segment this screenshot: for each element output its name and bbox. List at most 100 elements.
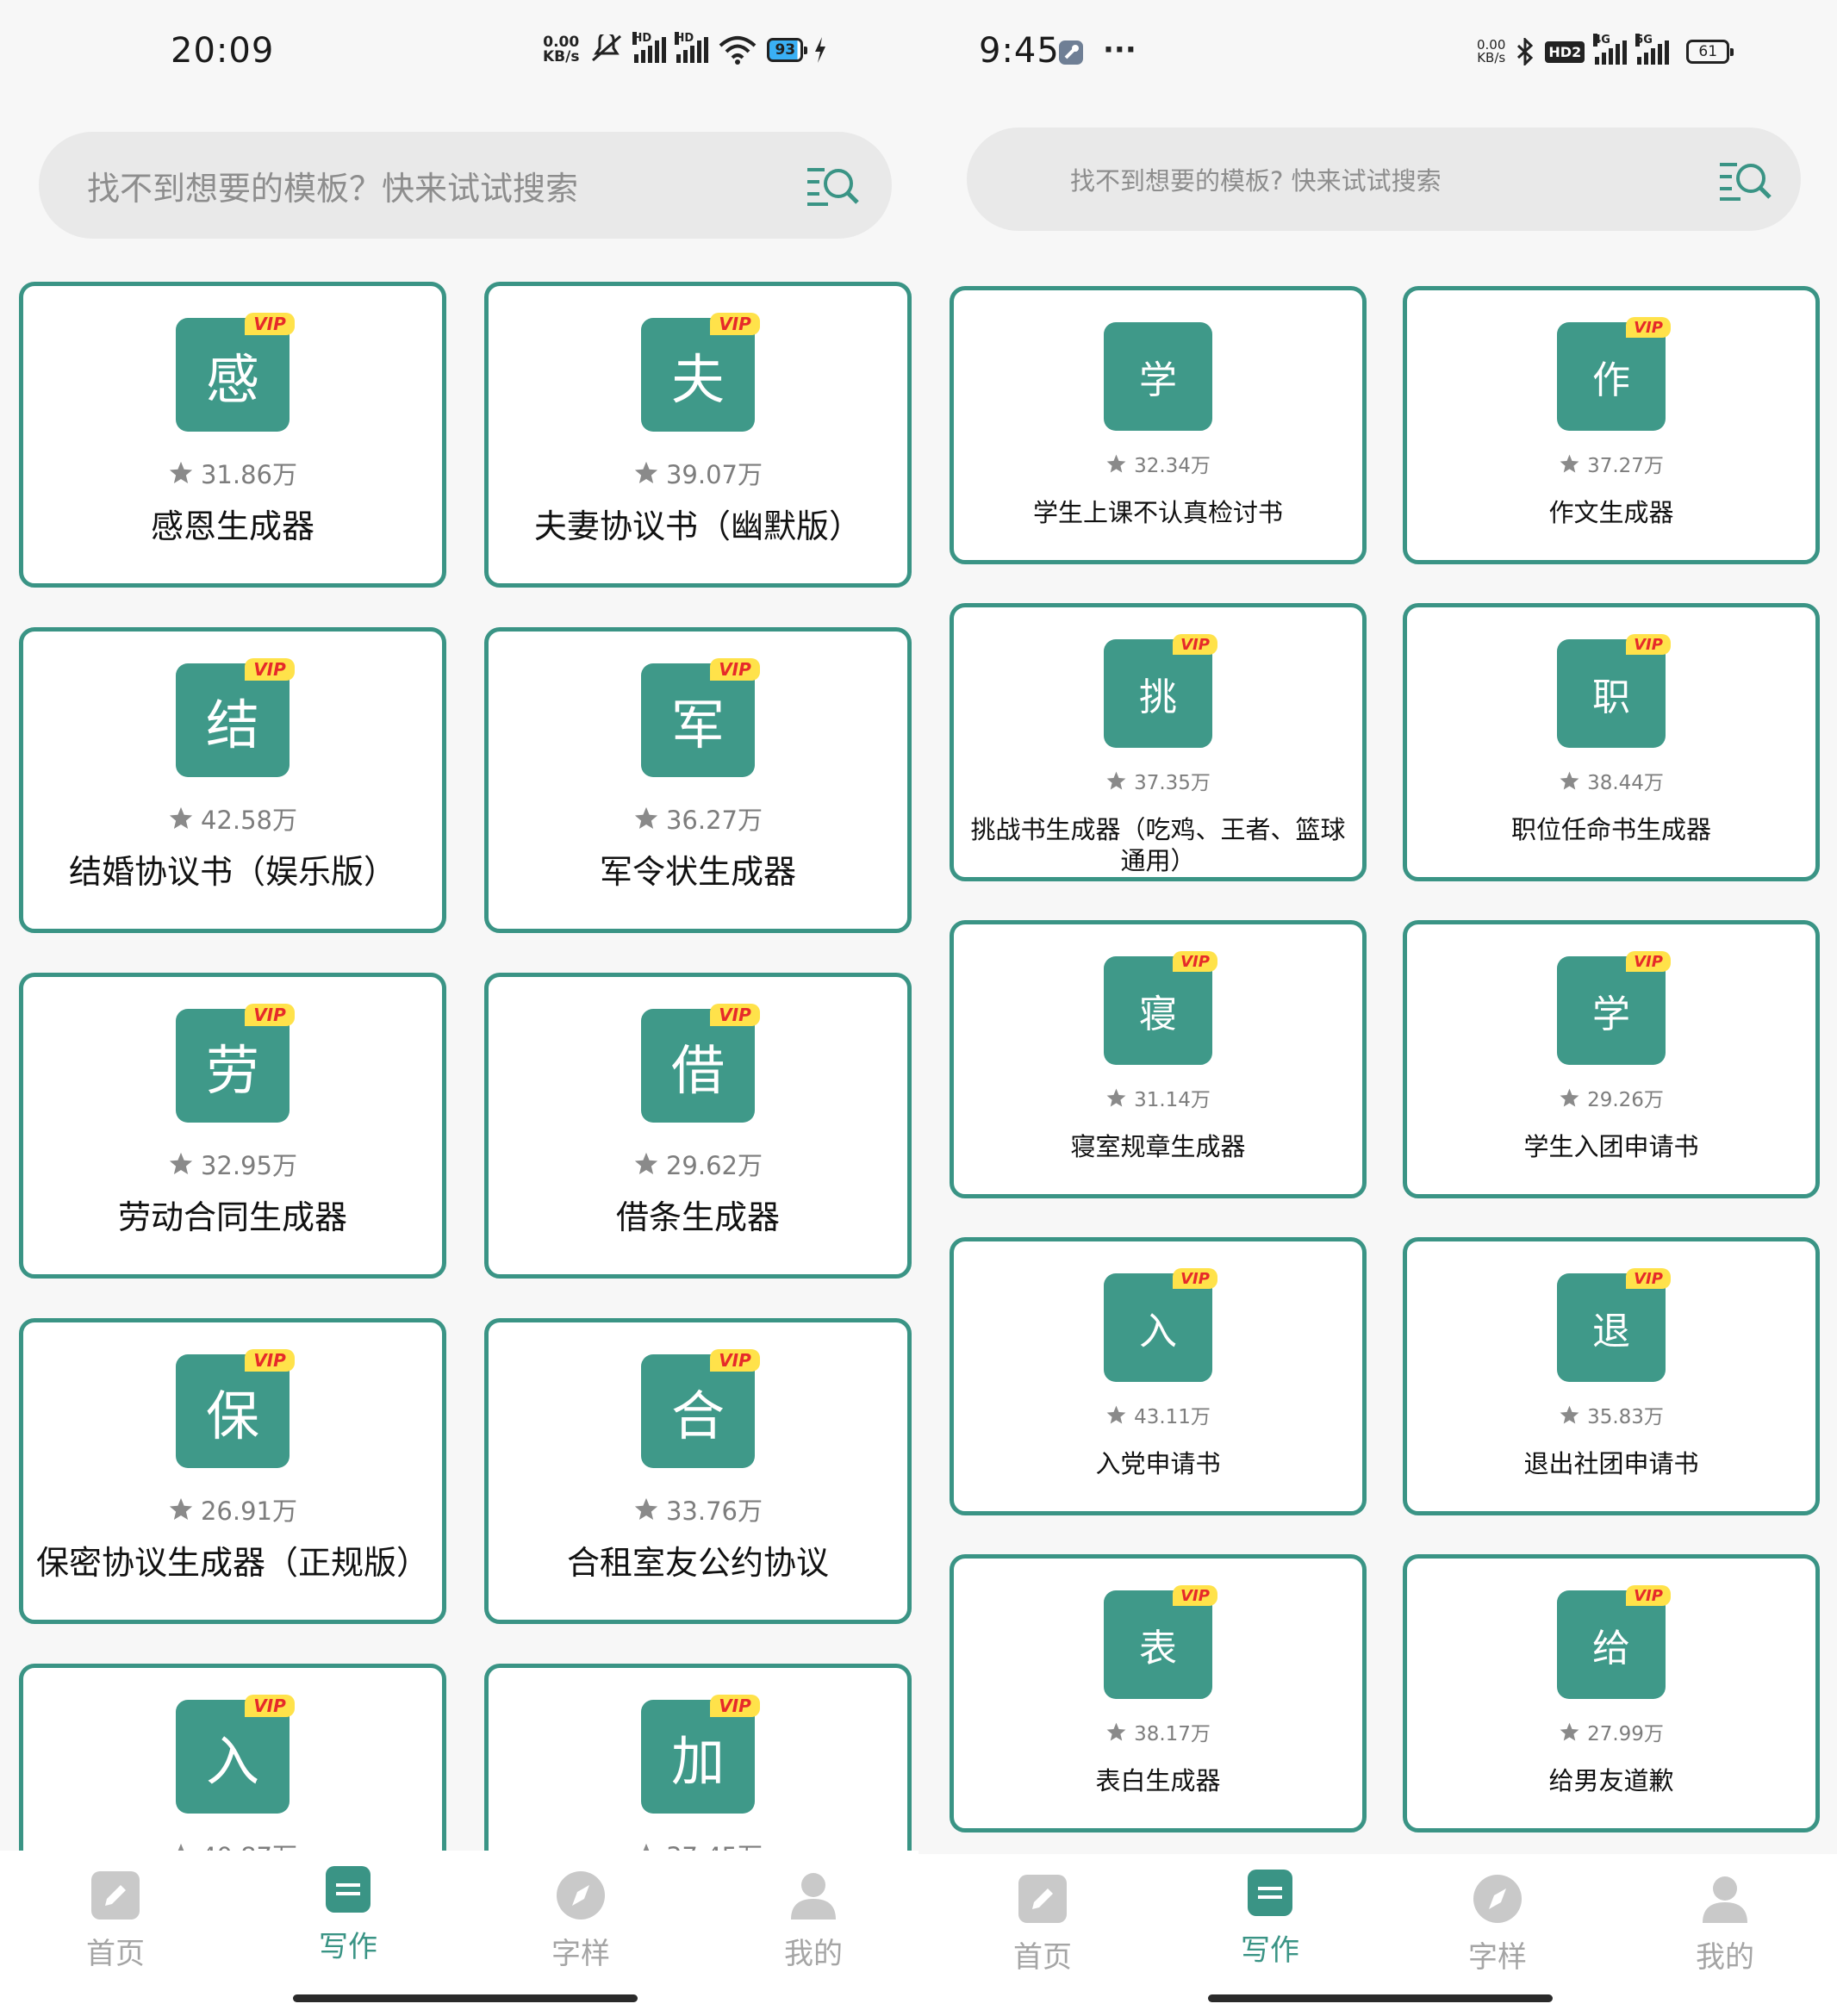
tab-mine[interactable]: 我的 xyxy=(1656,1873,1794,1976)
tab-writing[interactable]: 写作 xyxy=(1201,1868,1339,1969)
template-card[interactable]: 感 VIP 31.86万 感恩生成器 xyxy=(19,282,446,588)
bottom-tab-bar: 首页 写作 字样 我的 xyxy=(918,1854,1837,2016)
star-icon xyxy=(634,806,658,829)
signal-icon-1: HD xyxy=(632,32,667,63)
template-card[interactable]: 挑 VIP 37.35万 挑战书生成器（吃鸡、王者、篮球通用） xyxy=(950,603,1367,881)
template-title: 表白生成器 xyxy=(1095,1766,1221,1795)
tab-label: 写作 xyxy=(319,1930,377,1964)
template-card[interactable]: 结 VIP 42.58万 结婚协议书（娱乐版） xyxy=(19,627,446,933)
net-speed: 0.00 KB/s xyxy=(1477,37,1506,65)
vip-badge: VIP xyxy=(710,658,760,681)
star-icon xyxy=(169,461,193,483)
tab-mine[interactable]: 我的 xyxy=(744,1870,882,1972)
usage-count: 35.83万 xyxy=(1407,1400,1815,1429)
search-placeholder: 找不到想要的模板？快来试试搜索 xyxy=(87,169,579,208)
writing-icon xyxy=(279,1864,417,1918)
template-card[interactable]: 职 VIP 38.44万 职位任命书生成器 xyxy=(1403,603,1820,881)
template-icon: 入 xyxy=(1104,1273,1212,1382)
vip-badge: VIP xyxy=(245,658,295,681)
star-icon xyxy=(1106,1722,1126,1740)
vip-badge: VIP xyxy=(1626,634,1671,655)
tab-samples[interactable]: 字样 xyxy=(512,1870,650,1972)
template-card[interactable]: 军 VIP 36.27万 军令状生成器 xyxy=(484,627,912,933)
template-title: 挑战书生成器（吃鸡、王者、篮球通用） xyxy=(970,815,1346,875)
vip-badge: VIP xyxy=(1173,634,1217,655)
template-title: 入党申请书 xyxy=(1095,1449,1221,1478)
template-card[interactable]: 给 VIP 27.99万 给男友道歉 xyxy=(1403,1554,1820,1832)
net-speed: 0.00 KB/s xyxy=(543,34,580,65)
battery-indicator: 93 xyxy=(767,38,807,62)
usage-count: 38.44万 xyxy=(1407,766,1815,795)
vip-badge: VIP xyxy=(710,313,760,335)
template-icon: 寝 xyxy=(1104,956,1212,1065)
battery-indicator: 61 xyxy=(1686,40,1734,64)
template-title: 学生入团申请书 xyxy=(1523,1132,1699,1161)
vip-badge: VIP xyxy=(245,1349,295,1372)
template-card[interactable]: 入 VIP 43.11万 入党申请书 xyxy=(950,1237,1367,1515)
search-list-icon[interactable] xyxy=(806,165,861,208)
usage-count: 36.27万 xyxy=(489,800,907,837)
star-icon xyxy=(634,1152,658,1174)
signal-icon-4g: 4G xyxy=(1593,34,1628,65)
star-icon xyxy=(1106,454,1126,472)
template-card[interactable]: 合 VIP 33.76万 合租室友公约协议 xyxy=(484,1318,912,1624)
charging-icon xyxy=(815,37,826,63)
template-title: 职位任命书生成器 xyxy=(1510,815,1711,844)
template-card[interactable]: 学 32.34万 学生上课不认真检讨书 xyxy=(950,286,1367,564)
usage-count: 37.35万 xyxy=(954,766,1362,795)
signal-icon-2: HD xyxy=(675,32,709,63)
vip-badge: VIP xyxy=(1626,1585,1671,1606)
template-title: 军令状生成器 xyxy=(599,853,796,891)
edit-icon xyxy=(974,1873,1112,1928)
search-placeholder: 找不到想要的模板? 快来试试搜索 xyxy=(1070,166,1442,196)
star-icon xyxy=(1560,454,1579,472)
search-bar[interactable]: 找不到想要的模板? 快来试试搜索 xyxy=(967,128,1801,231)
usage-count: 38.17万 xyxy=(954,1717,1362,1746)
template-title: 劳动合同生成器 xyxy=(117,1198,347,1236)
search-bar[interactable]: 找不到想要的模板？快来试试搜索 xyxy=(39,132,892,239)
tab-label: 我的 xyxy=(784,1937,843,1971)
star-icon xyxy=(169,1497,193,1520)
vip-badge: VIP xyxy=(710,1349,760,1372)
tab-samples[interactable]: 字样 xyxy=(1429,1873,1566,1976)
vip-badge: VIP xyxy=(1626,317,1671,338)
home-indicator[interactable] xyxy=(1208,1994,1553,2002)
template-card[interactable]: 夫 VIP 39.07万 夫妻协议书（幽默版） xyxy=(484,282,912,588)
tool-app-icon xyxy=(1059,40,1083,65)
template-title: 作文生成器 xyxy=(1548,498,1674,527)
template-title: 合租室友公约协议 xyxy=(566,1544,829,1582)
home-indicator[interactable] xyxy=(293,1994,638,2002)
template-card[interactable]: 借 VIP 29.62万 借条生成器 xyxy=(484,973,912,1279)
template-title: 保密协议生成器（正规版） xyxy=(35,1544,429,1582)
template-icon: 学 xyxy=(1104,322,1212,431)
bluetooth-icon xyxy=(1517,38,1534,65)
star-icon xyxy=(1560,1405,1579,1423)
star-icon xyxy=(1106,771,1126,789)
tab-home[interactable]: 首页 xyxy=(47,1870,184,1972)
template-icon: 作 xyxy=(1557,322,1666,431)
compass-icon xyxy=(1429,1873,1566,1928)
hd-badge: HD2 xyxy=(1545,40,1585,63)
vip-badge: VIP xyxy=(245,313,295,335)
template-title: 感恩生成器 xyxy=(150,507,314,545)
template-card[interactable]: 劳 VIP 32.95万 劳动合同生成器 xyxy=(19,973,446,1279)
template-card[interactable]: 表 VIP 38.17万 表白生成器 xyxy=(950,1554,1367,1832)
usage-count: 26.91万 xyxy=(23,1491,442,1528)
template-card[interactable]: 保 VIP 26.91万 保密协议生成器（正规版） xyxy=(19,1318,446,1624)
tab-label: 写作 xyxy=(1241,1933,1299,1968)
tab-writing[interactable]: 写作 xyxy=(279,1864,417,1965)
search-list-icon[interactable] xyxy=(1718,159,1773,202)
more-notifications: ··· xyxy=(1103,33,1136,67)
template-title: 给男友道歉 xyxy=(1548,1766,1674,1795)
tab-label: 字样 xyxy=(1468,1940,1527,1975)
template-card[interactable]: 作 VIP 37.27万 作文生成器 xyxy=(1403,286,1820,564)
tab-home[interactable]: 首页 xyxy=(974,1873,1112,1976)
vip-badge: VIP xyxy=(1173,1585,1217,1606)
star-icon xyxy=(634,1497,658,1520)
user-icon xyxy=(744,1870,882,1925)
usage-count: 39.07万 xyxy=(489,455,907,491)
star-icon xyxy=(169,806,193,829)
template-card[interactable]: 退 VIP 35.83万 退出社团申请书 xyxy=(1403,1237,1820,1515)
template-card[interactable]: 学 VIP 29.26万 学生入团申请书 xyxy=(1403,920,1820,1198)
template-card[interactable]: 寝 VIP 31.14万 寝室规章生成器 xyxy=(950,920,1367,1198)
